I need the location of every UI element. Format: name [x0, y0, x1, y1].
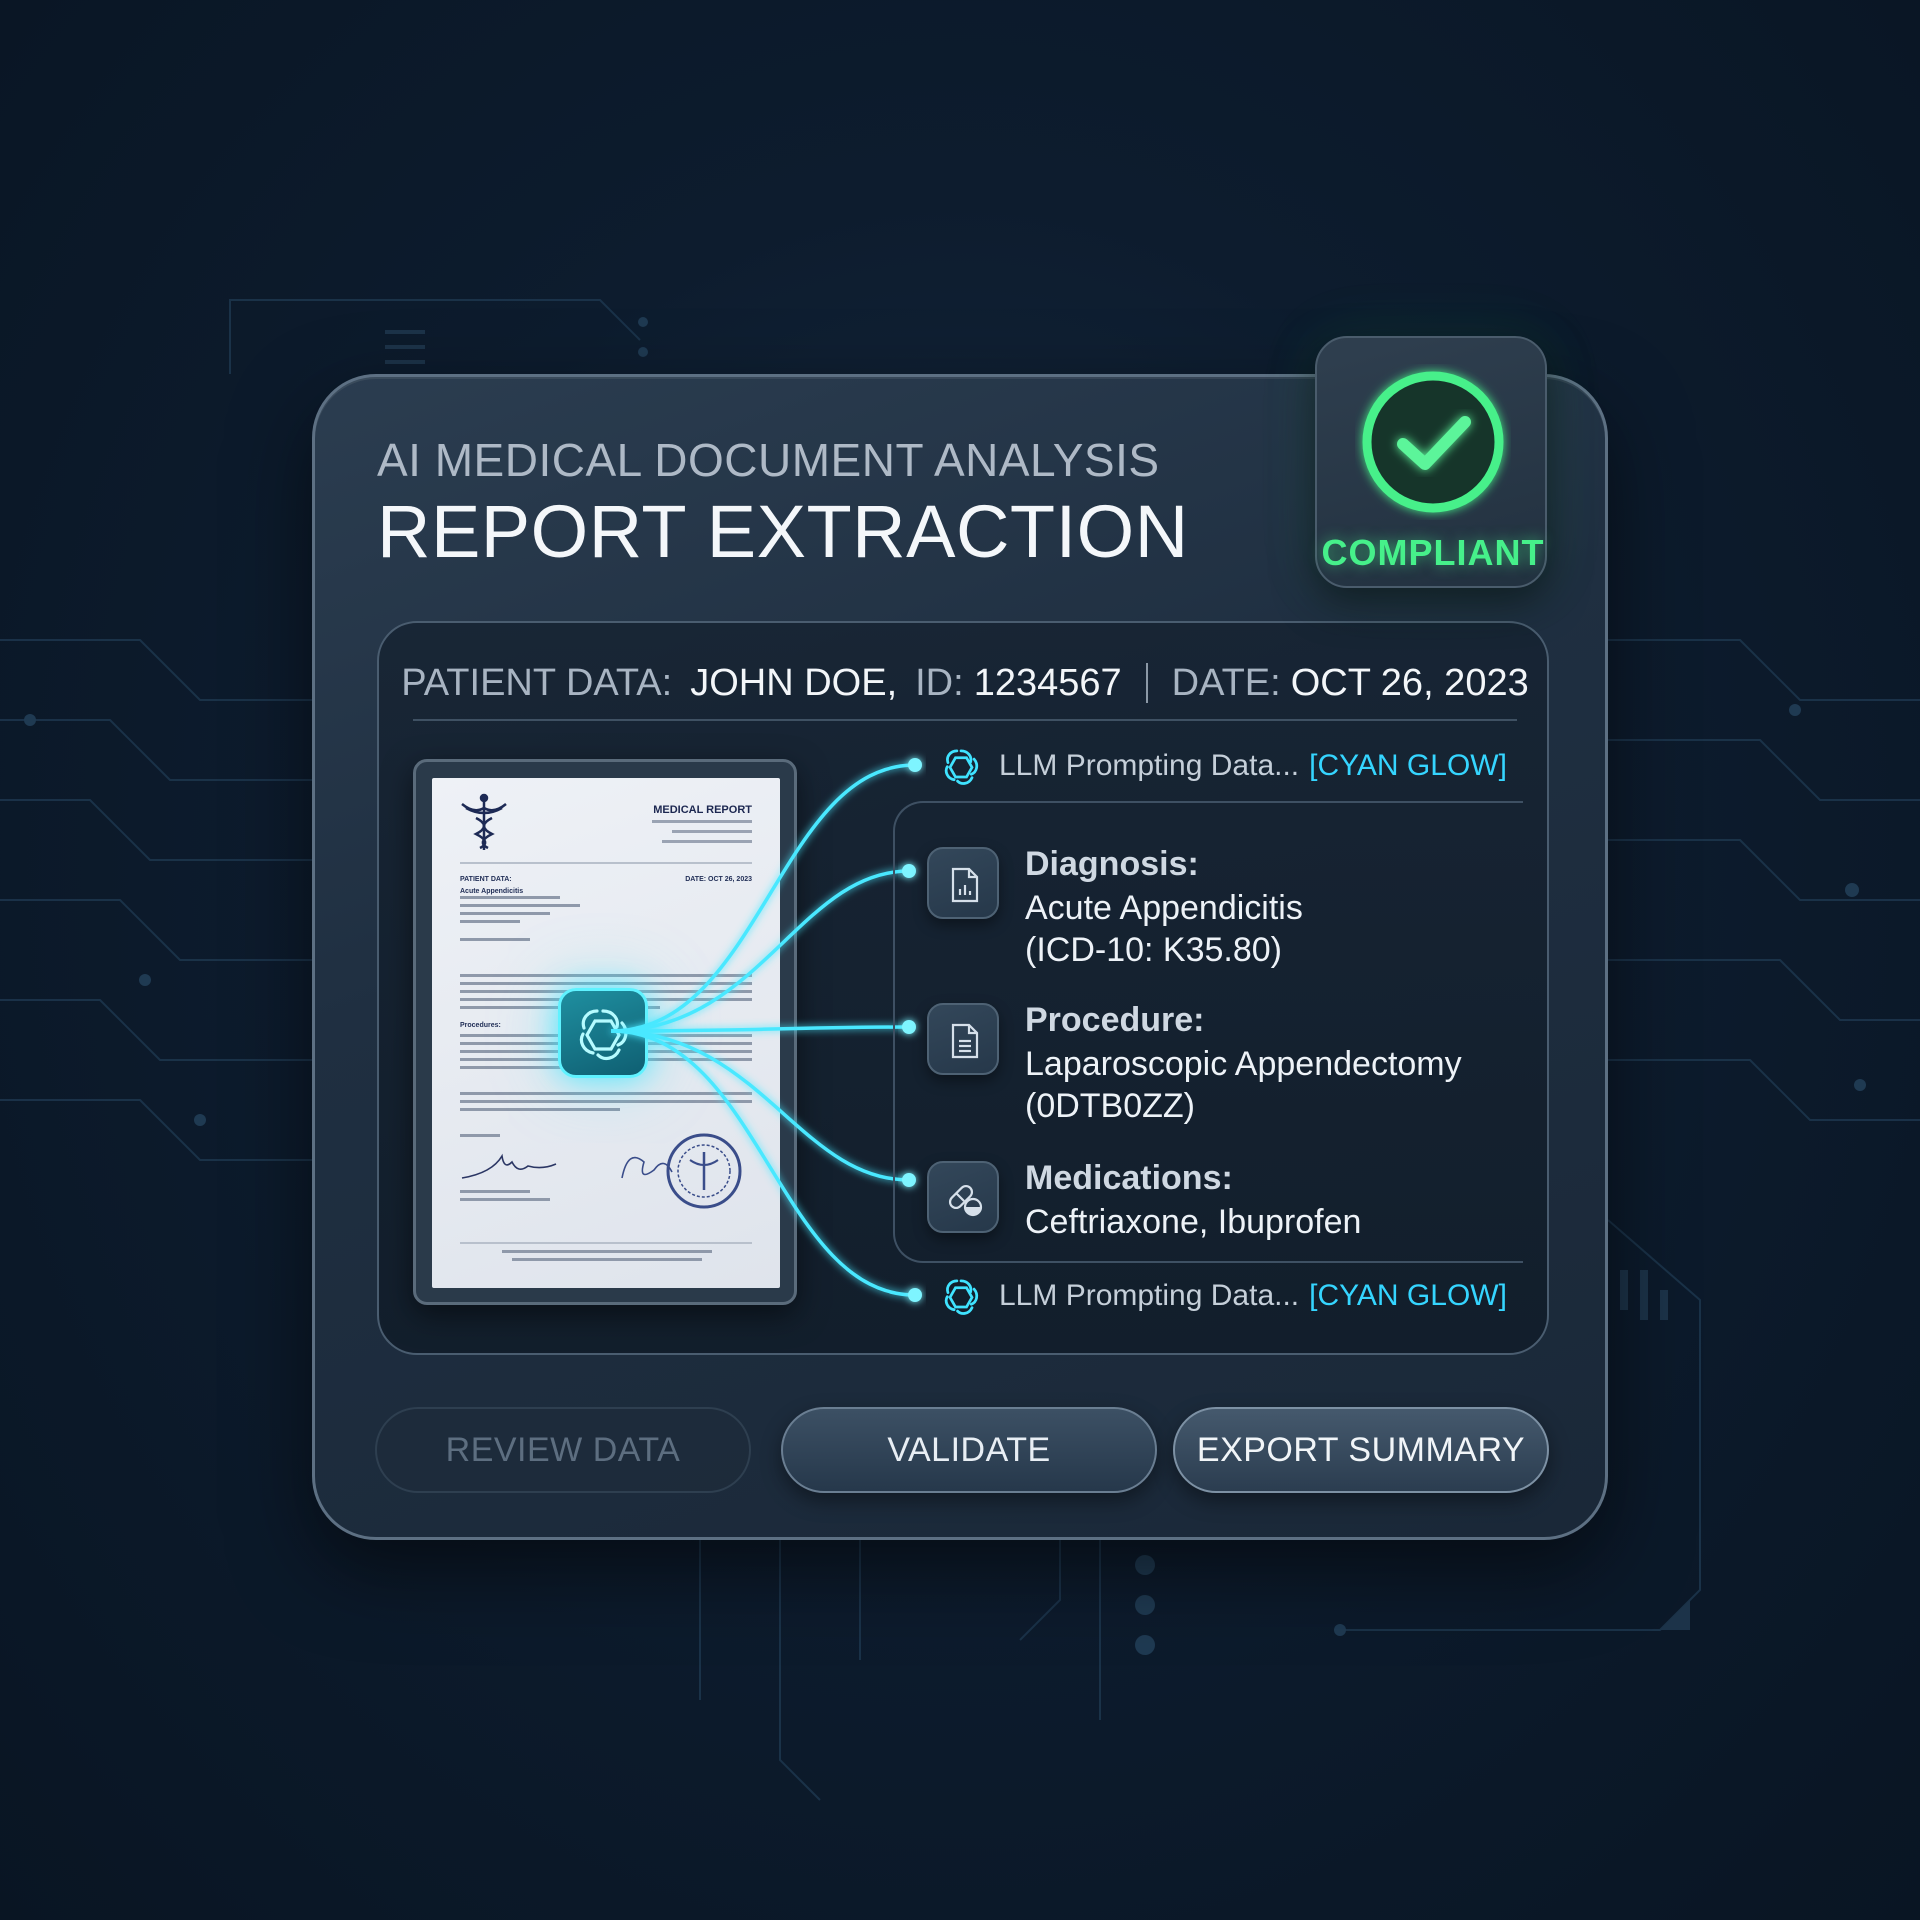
document-patient-label: PATIENT DATA: [460, 876, 512, 883]
diagnosis-value-line1: Acute Appendicitis [1025, 889, 1303, 927]
export-summary-button[interactable]: EXPORT SUMMARY [1173, 1407, 1549, 1493]
review-data-button[interactable]: REVIEW DATA [375, 1407, 751, 1493]
date-value: OCT 26, 2023 [1290, 661, 1529, 704]
patient-data-key: PATIENT DATA: [401, 661, 673, 704]
ai-knot-icon [579, 1009, 628, 1061]
source-document-frame[interactable]: MEDICAL REPORT PATIENT DATA: DATE: OCT 2… [413, 759, 797, 1305]
llm-prompting-row-top: LLM Prompting Data... [CYAN GLOW] [939, 741, 1507, 791]
patient-name: JOHN DOE, [690, 661, 898, 704]
compliance-status-badge: COMPLIANT [1315, 336, 1547, 588]
check-circle-icon [1362, 371, 1504, 513]
date-key: DATE: [1171, 661, 1281, 704]
extracted-results: Diagnosis: Acute Appendicitis (ICD-10: K… [893, 801, 1523, 1263]
document-title: MEDICAL REPORT [653, 804, 752, 816]
llm-prompting-tag: [CYAN GLOW] [1309, 1279, 1507, 1312]
document-chart-icon [927, 847, 999, 919]
ai-knot-icon [944, 1279, 979, 1315]
procedure-value: Laparoscopic Appendectomy (0DTB0ZZ) [1025, 1043, 1462, 1127]
diagnosis-value: Acute Appendicitis (ICD-10: K35.80) [1025, 887, 1303, 971]
document-procedures-heading: Procedures: [460, 1022, 501, 1029]
pill-icon [927, 1161, 999, 1233]
medications-value: Ceftriaxone, Ibuprofen [1025, 1201, 1361, 1243]
document-lines-icon [927, 1003, 999, 1075]
diagnosis-value-line2: (ICD-10: K35.80) [1025, 931, 1282, 969]
compliance-status-label: COMPLIANT [1321, 532, 1545, 573]
ai-knot-icon [944, 749, 979, 785]
llm-prompting-tag: [CYAN GLOW] [1309, 749, 1507, 782]
caduceus-icon [461, 793, 507, 850]
patient-data-bar: PATIENT DATA: JOHN DOE, ID: 1234567 DATE… [379, 653, 1551, 713]
panel-subtitle: AI MEDICAL DOCUMENT ANALYSIS [377, 434, 1160, 486]
header-divider [1145, 663, 1148, 703]
medications-label: Medications: [1025, 1159, 1233, 1197]
llm-prompting-row-bottom: LLM Prompting Data... [CYAN GLOW] [939, 1271, 1507, 1321]
procedure-value-line2: (0DTB0ZZ) [1025, 1087, 1195, 1125]
patient-id-value: 1234567 [973, 661, 1122, 704]
patient-id-key: ID: [915, 661, 964, 704]
diagnosis-label: Diagnosis: [1025, 845, 1199, 883]
llm-prompting-text: LLM Prompting Data... [999, 749, 1300, 782]
procedure-value-line1: Laparoscopic Appendectomy [1025, 1045, 1462, 1083]
ai-scan-chip[interactable] [558, 988, 648, 1078]
llm-prompting-text: LLM Prompting Data... [999, 1279, 1300, 1312]
document-diagnosis-line: Acute Appendicitis [460, 888, 524, 895]
validate-button[interactable]: VALIDATE [781, 1407, 1157, 1493]
extraction-content: PATIENT DATA: JOHN DOE, ID: 1234567 DATE… [377, 621, 1549, 1355]
panel-title: REPORT EXTRACTION [377, 490, 1189, 573]
medications-value-line1: Ceftriaxone, Ibuprofen [1025, 1203, 1362, 1241]
header-divider-line [413, 719, 1517, 721]
document-date-label: DATE: OCT 26, 2023 [685, 876, 752, 883]
procedure-label: Procedure: [1025, 1001, 1205, 1039]
